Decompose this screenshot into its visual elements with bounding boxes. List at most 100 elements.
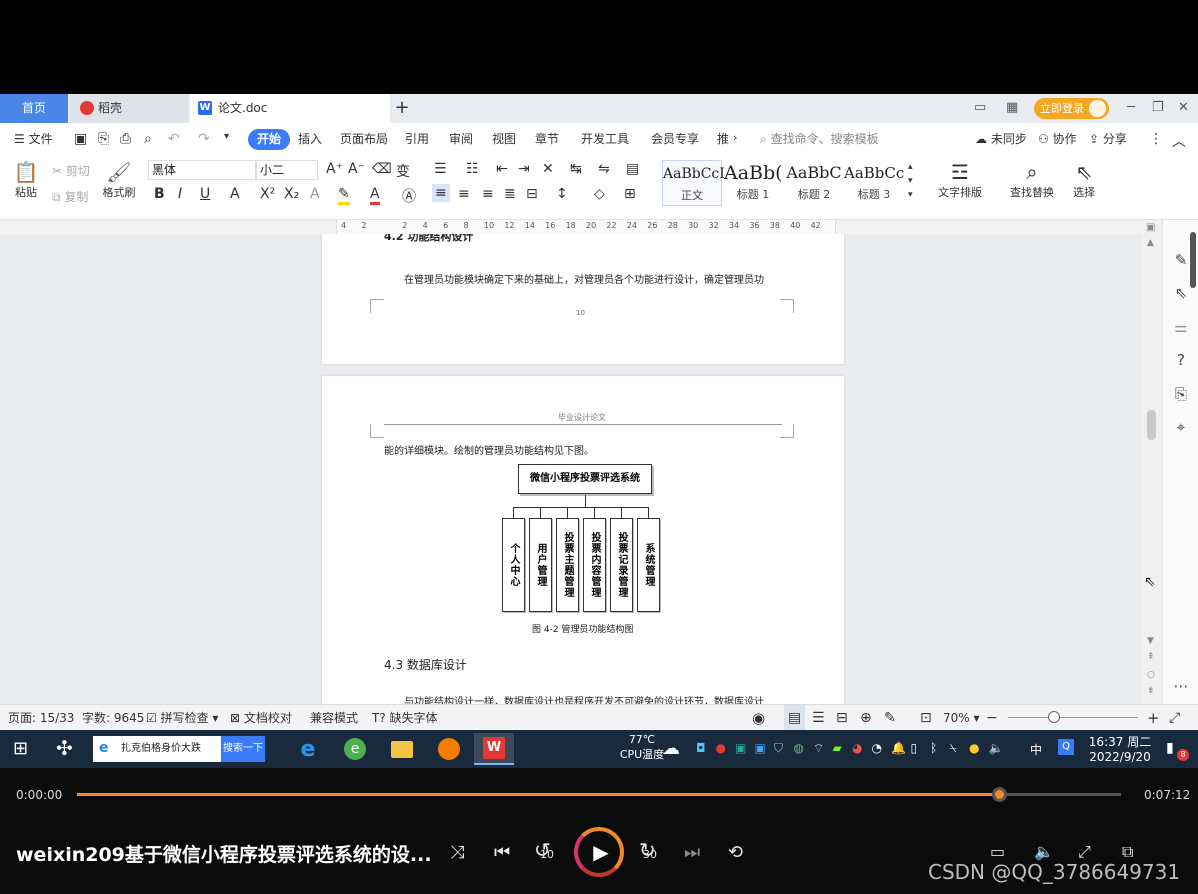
app-icon[interactable]: ▣ — [735, 741, 746, 755]
bold-icon[interactable]: B — [154, 186, 165, 202]
mini-player-icon[interactable]: ⧉ — [1122, 842, 1133, 862]
restore-icon[interactable]: ❐ — [1152, 100, 1164, 115]
speaker-icon[interactable]: 🔈 — [989, 741, 1004, 755]
style-heading-2[interactable]: AaBbC 标题 2 — [784, 160, 844, 206]
bell-icon[interactable]: 🔔 — [891, 741, 906, 755]
nvidia-icon[interactable]: ▰ — [833, 741, 842, 755]
ie-browser-icon[interactable]: e — [288, 733, 328, 765]
outline-view-icon[interactable]: ☰ — [812, 705, 825, 731]
superscript-icon[interactable]: X² — [260, 186, 275, 202]
print-icon[interactable]: ⎙ — [120, 131, 131, 147]
cpu-temp[interactable]: 77℃ CPU温度 — [618, 733, 666, 762]
format-painter-button[interactable]: 🖌 格式刷 — [100, 160, 138, 200]
qq-icon[interactable]: Q — [1058, 739, 1074, 755]
select-button[interactable]: ⇖ 选择 — [1066, 160, 1102, 200]
wifi-icon[interactable]: ⌔ — [813, 741, 824, 756]
decrease-indent-icon[interactable]: ⇤ — [496, 161, 508, 177]
sort-icon[interactable]: ↹ — [570, 161, 582, 177]
page-count[interactable]: 页面: 15/33 — [8, 705, 74, 731]
web-view-icon[interactable]: ⊕ — [860, 705, 872, 731]
browser-360-icon[interactable]: e — [335, 733, 375, 765]
new-tab-button[interactable]: + — [393, 94, 411, 123]
minimize-icon[interactable]: ─ — [1127, 100, 1135, 115]
battery-icon[interactable]: ▯ — [911, 741, 918, 755]
grow-font-icon[interactable]: A⁺ — [326, 161, 343, 177]
tab-document[interactable]: 论文.doc — [190, 94, 390, 123]
strikethrough-icon[interactable]: A — [230, 186, 240, 202]
line-break-icon[interactable]: ⇋ — [598, 161, 610, 177]
font-name-select[interactable]: 黑体 — [148, 160, 256, 180]
italic-icon[interactable]: I — [178, 186, 182, 202]
cut-button[interactable]: ✂ 剪切 — [52, 162, 90, 179]
tab-stops-icon[interactable]: ▤ — [626, 161, 639, 177]
vertical-scrollbar[interactable]: ▣ ▲ ▼ ⇞ ○ ⇟ — [1142, 220, 1162, 704]
fit-page-icon[interactable]: ⊡ — [920, 705, 932, 731]
spellcheck-button[interactable]: ☑ 拼写检查 ▾ — [146, 705, 218, 731]
select-browse-object-icon[interactable]: ○ — [1147, 670, 1155, 680]
shrink-font-icon[interactable]: A⁻ — [348, 161, 365, 177]
next-page-icon[interactable]: ⇟ — [1147, 686, 1155, 696]
clear-format-icon[interactable]: ⌫ — [372, 161, 392, 177]
font-color-icon[interactable]: A — [370, 186, 380, 205]
app-icon[interactable]: ◍ — [794, 741, 804, 755]
tab-page-layout[interactable]: 页面布局 — [340, 123, 388, 156]
file-explorer-icon[interactable] — [382, 733, 422, 765]
tab-chapter[interactable]: 章节 — [535, 123, 559, 156]
redo-icon[interactable]: ↷ — [198, 131, 210, 147]
app-icon[interactable]: ▣ — [755, 741, 766, 755]
print-preview-icon[interactable]: ⌕ — [144, 131, 152, 147]
more-options-icon[interactable]: ⋮ — [1149, 131, 1163, 147]
sync-status[interactable]: ☁ 未同步 — [975, 123, 1027, 156]
bluetooth-icon[interactable]: ᛒ — [930, 741, 937, 755]
underline-icon[interactable]: U — [200, 186, 210, 202]
phonetic-icon[interactable]: 变 — [396, 161, 410, 181]
forward-button[interactable]: 30 ↻ — [639, 838, 657, 863]
scroll-thumb[interactable] — [1147, 410, 1156, 440]
app-icon[interactable]: ◔ — [872, 741, 882, 755]
collab-button[interactable]: ⚇ 协作 — [1038, 123, 1077, 156]
tab-references[interactable]: 引用 — [405, 123, 429, 156]
play-button[interactable]: ▶ — [574, 827, 624, 877]
prev-page-icon[interactable]: ⇞ — [1147, 652, 1155, 662]
collapse-ribbon-icon[interactable]: ︿ — [1172, 131, 1186, 151]
ime-indicator[interactable]: 中 — [1030, 741, 1042, 758]
char-border-icon[interactable]: Ⓐ — [402, 186, 416, 206]
paste-button[interactable]: 📋 粘贴 — [10, 160, 42, 200]
taskbar-search-button[interactable]: 搜索一下 — [221, 736, 265, 762]
document-canvas[interactable]: 4.2 功能结构设计 在管理员功能模块确定下来的基础上，对管理员各个功能进行设计… — [0, 234, 1162, 704]
apps-grid-icon[interactable]: ▦ — [1006, 100, 1018, 115]
tab-home[interactable]: 首页 — [0, 94, 68, 123]
edit-icon[interactable]: ✎ — [1171, 250, 1191, 270]
shuffle-icon[interactable]: ⤨ — [450, 842, 464, 863]
zoom-slider[interactable] — [1008, 711, 1138, 723]
numbering-icon[interactable]: ☷ — [466, 161, 479, 177]
export-icon[interactable]: ⎘ — [98, 131, 109, 147]
layout-icon[interactable]: ▭ — [974, 100, 986, 115]
app-icon[interactable]: ◘ — [696, 741, 706, 755]
eye-protection-icon[interactable]: ◉ — [752, 705, 765, 731]
scroll-arrow-up-icon[interactable]: ▲ — [1147, 238, 1154, 248]
clock[interactable]: 16:37 周二 2022/9/20 — [1084, 733, 1156, 764]
fullscreen-icon[interactable]: ⤢ — [1169, 705, 1180, 731]
tab-review[interactable]: 审阅 — [449, 123, 473, 156]
subtitles-icon[interactable]: ▭ — [990, 842, 1005, 861]
tab-start[interactable]: 开始 — [248, 129, 291, 150]
style-heading-3[interactable]: AaBbCc 标题 3 — [844, 160, 904, 206]
adjust-icon[interactable]: ⚌ — [1171, 317, 1191, 337]
scroll-up-icon[interactable]: ▣ — [1146, 222, 1155, 233]
repeat-icon[interactable]: ⟲ — [728, 842, 743, 863]
copy-button[interactable]: ⧉ 复制 — [52, 188, 88, 205]
command-search[interactable]: ⌕ 查找命令、搜索模板 — [760, 123, 879, 156]
style-normal[interactable]: AaBbCcI 正文 — [662, 160, 725, 206]
align-center-icon[interactable]: ≡ — [458, 186, 470, 202]
app-icon[interactable]: ◕ — [852, 741, 862, 755]
windows-start-icon[interactable]: ⊞ — [13, 738, 28, 759]
expand-icon[interactable]: ⤢ — [1078, 842, 1091, 862]
wps-taskbar-icon[interactable]: W — [474, 733, 514, 765]
line-spacing-icon[interactable]: ↕ — [556, 186, 568, 202]
rewind-button[interactable]: 10 ↺ — [534, 838, 554, 863]
progress-bar[interactable] — [77, 787, 1121, 802]
bullets-icon[interactable]: ☰ — [434, 161, 447, 177]
backup-icon[interactable]: ⎘ — [1171, 384, 1191, 404]
login-button[interactable]: 立即登录 — [1034, 98, 1109, 119]
